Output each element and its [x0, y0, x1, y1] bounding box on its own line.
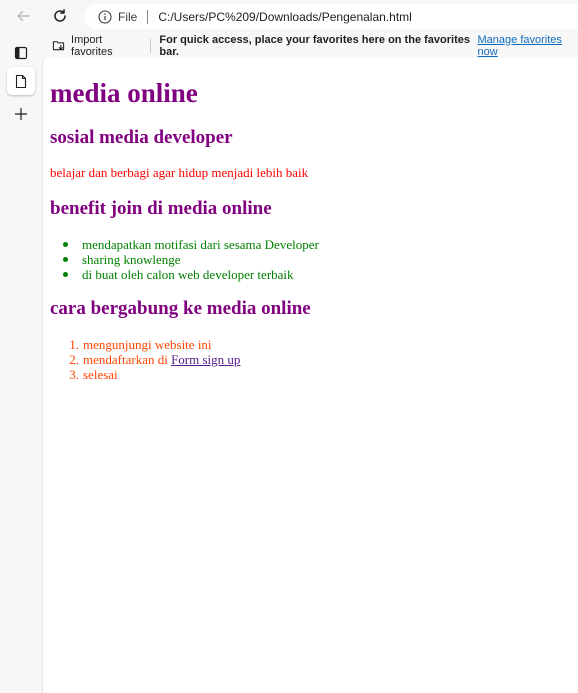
join-heading: cara bergabung ke media online [50, 298, 311, 319]
import-favorites-icon [52, 41, 65, 51]
refresh-icon [54, 9, 66, 22]
web-page-content: media online sosial media developer bela… [42, 58, 578, 693]
page-subtitle: sosial media developer [50, 127, 233, 148]
bullet-icon [63, 272, 68, 277]
manage-favorites-link[interactable]: Manage favorites now [478, 34, 578, 58]
browser-toolbar: File C:/Users/PC%209/Downloads/Pengenala… [0, 0, 578, 33]
step-number: 3. [69, 367, 79, 382]
favorites-bar: Import favorites For quick access, place… [42, 33, 578, 58]
benefits-list: mendapatkan motifasi dari sesama Develop… [50, 237, 319, 282]
address-bar[interactable]: File C:/Users/PC%209/Downloads/Pengenala… [84, 4, 578, 29]
step-number: 1. [69, 337, 79, 352]
address-scheme: File [118, 9, 138, 24]
list-item: 2. mendaftarkan di Form sign up [50, 352, 240, 367]
list-item-text: di buat oleh calon web developer terbaik [82, 266, 294, 282]
tab-actions-button[interactable] [7, 39, 35, 67]
benefits-heading: benefit join di media online [50, 198, 272, 219]
page-icon [15, 74, 27, 88]
list-item: 1. mengunjungi website ini [50, 337, 240, 352]
form-sign-up-link[interactable]: Form sign up [171, 352, 240, 367]
new-tab-button[interactable] [7, 100, 35, 128]
arrow-left-icon [17, 10, 30, 22]
step-text: mendaftarkan di [83, 352, 172, 367]
refresh-button[interactable] [47, 4, 73, 28]
step-text: mengunjungi website ini [83, 337, 212, 352]
plus-icon [14, 107, 28, 121]
favorites-separator [150, 38, 152, 53]
bullet-icon [63, 242, 68, 247]
list-item-text: mendapatkan motifasi dari sesama Develop… [82, 236, 319, 252]
favorites-message: For quick access, place your favorites h… [159, 33, 470, 58]
intro-text: belajar dan berbagi agar hidup menjadi l… [50, 165, 309, 180]
list-item: mendapatkan motifasi dari sesama Develop… [50, 237, 319, 252]
import-favorites-button[interactable]: Import favorites [52, 34, 141, 58]
active-tab[interactable] [7, 67, 35, 95]
list-item: di buat oleh calon web developer terbaik [50, 267, 319, 282]
bullet-icon [63, 257, 68, 262]
info-icon[interactable] [98, 9, 112, 24]
list-item: 3. selesai [50, 367, 240, 382]
list-item: sharing knowlenge [50, 252, 319, 267]
back-button[interactable] [10, 4, 36, 28]
tab-actions-icon [14, 46, 28, 60]
address-url[interactable]: C:/Users/PC%209/Downloads/Pengenalan.htm… [158, 10, 411, 24]
page-title: media online [50, 78, 198, 108]
list-item-text: sharing knowlenge [82, 251, 181, 267]
step-number: 2. [69, 352, 79, 367]
address-separator [147, 9, 149, 24]
vertical-tab-strip [0, 33, 42, 693]
import-favorites-label: Import favorites [71, 33, 113, 58]
steps-list: 1. mengunjungi website ini 2. mendaftark… [50, 337, 240, 382]
step-text: selesai [83, 367, 118, 382]
